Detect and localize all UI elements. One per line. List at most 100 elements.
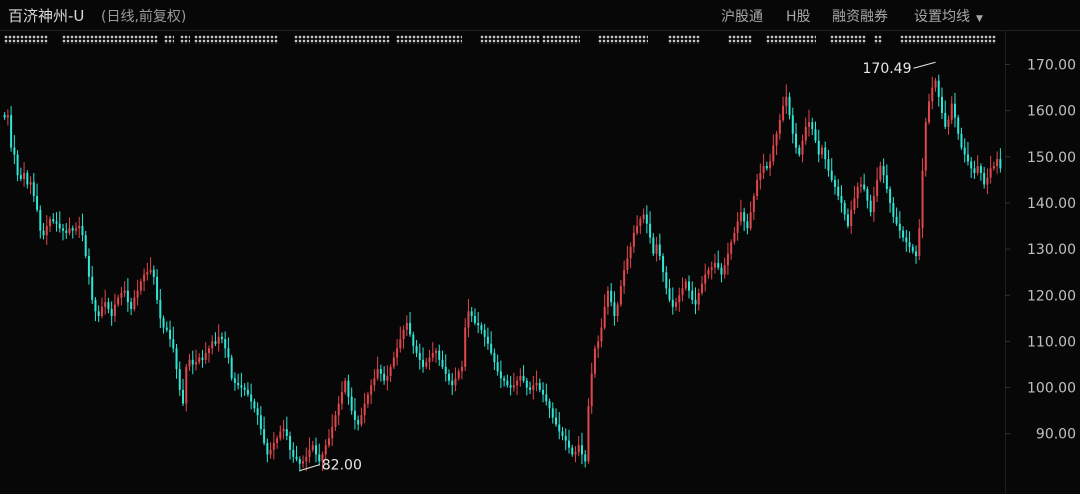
candle-body (396, 348, 399, 358)
candle-body (425, 362, 428, 367)
candle-body (152, 269, 155, 277)
candle-body (769, 161, 772, 169)
candle-body (295, 456, 298, 460)
candle-body (970, 161, 973, 169)
candle-body (45, 226, 48, 236)
nav-hugutong[interactable]: 沪股通 (721, 6, 763, 26)
candle-body (788, 96, 791, 116)
candle-body (976, 166, 979, 173)
candle-body (480, 325, 483, 330)
candle-body (130, 302, 133, 310)
candle-body (263, 429, 266, 443)
candle-body (986, 177, 989, 185)
candle-body (376, 369, 379, 379)
ma-settings-button[interactable]: 设置均线 ▼ (914, 6, 983, 26)
legend-item (294, 35, 390, 44)
candle-body (542, 389, 545, 395)
candle-body (383, 373, 386, 381)
candle-body (298, 459, 301, 464)
candle-body (752, 196, 755, 213)
candle-body (68, 228, 71, 233)
candle-body (110, 309, 113, 317)
candle-body (412, 334, 415, 347)
candle-body (490, 343, 493, 353)
legend-item (830, 35, 866, 44)
candle-body (370, 385, 373, 395)
candle-body (71, 228, 74, 231)
candle-body (159, 299, 162, 319)
candle-body (327, 438, 330, 446)
candle-body (422, 359, 425, 367)
legend-item (164, 35, 174, 44)
chart-canvas: 170.00 160.00 150.00 140.00 130.00 120.00 110.… (3, 58, 1076, 474)
candle-body (272, 442, 275, 450)
candle-body (720, 267, 723, 275)
candle-body (409, 322, 412, 335)
candle-body (876, 179, 879, 197)
candle-body (483, 329, 486, 337)
candle-body (649, 223, 652, 238)
candle-body (979, 166, 982, 173)
candle-body (201, 357, 204, 360)
candle-body (626, 258, 629, 270)
candle-body (220, 336, 223, 340)
candle-body (373, 378, 376, 386)
candle-body (55, 221, 58, 224)
candle-body (32, 182, 35, 197)
candle-body (256, 408, 259, 416)
candle-body (337, 403, 340, 416)
candle-body (418, 352, 421, 360)
annotation-arrow (913, 61, 936, 69)
candle-body (898, 223, 901, 231)
candle-body (211, 341, 214, 349)
candle-body (214, 341, 217, 344)
legend-item (480, 35, 540, 44)
candle-body (493, 352, 496, 363)
candle-body (999, 159, 1002, 169)
candle-body (545, 394, 548, 402)
candle-body (29, 182, 32, 185)
candle-body (571, 447, 574, 455)
candle-body (522, 376, 525, 381)
candle-body (937, 80, 940, 97)
candle-body (642, 214, 645, 220)
candle-body (3, 114, 6, 118)
candle-body (629, 246, 632, 259)
candle-body (710, 267, 713, 270)
candle-body (136, 290, 139, 298)
chart-period-label: (日线,前复权) (101, 9, 187, 25)
candle-body (623, 269, 626, 287)
candle-body (464, 327, 467, 367)
stock-title: 百济神州-U (8, 7, 85, 25)
candle-body (347, 380, 350, 397)
nav-h-shares[interactable]: H股 (786, 6, 811, 26)
candle-body (723, 265, 726, 275)
candle-body (606, 290, 609, 307)
candle-body (778, 119, 781, 134)
candle-body (882, 166, 885, 176)
candle-body (960, 133, 963, 148)
candle-body (26, 172, 29, 185)
candle-body (266, 442, 269, 455)
candle-body (833, 179, 836, 187)
candle-body (19, 175, 22, 179)
candle-body (989, 168, 992, 178)
candle-body (593, 348, 596, 374)
candle-body (853, 198, 856, 210)
candle-body (13, 147, 16, 155)
candle-body (217, 336, 220, 344)
candle-body (237, 382, 240, 386)
candle-body (931, 87, 934, 102)
candle-body (428, 357, 431, 363)
candle-body (314, 445, 318, 455)
nav-margin-trading[interactable]: 融资融券 (832, 6, 888, 26)
candlestick-chart[interactable]: 170.00 160.00 150.00 140.00 130.00 120.00 110.… (0, 52, 1080, 494)
candle-body (538, 382, 541, 390)
candle-body (302, 461, 305, 464)
candle-body (795, 133, 798, 148)
candle-body (402, 329, 405, 340)
candle-body (678, 295, 681, 303)
candle-body (10, 115, 13, 148)
candle-body (895, 216, 898, 224)
candle-body (584, 454, 587, 462)
